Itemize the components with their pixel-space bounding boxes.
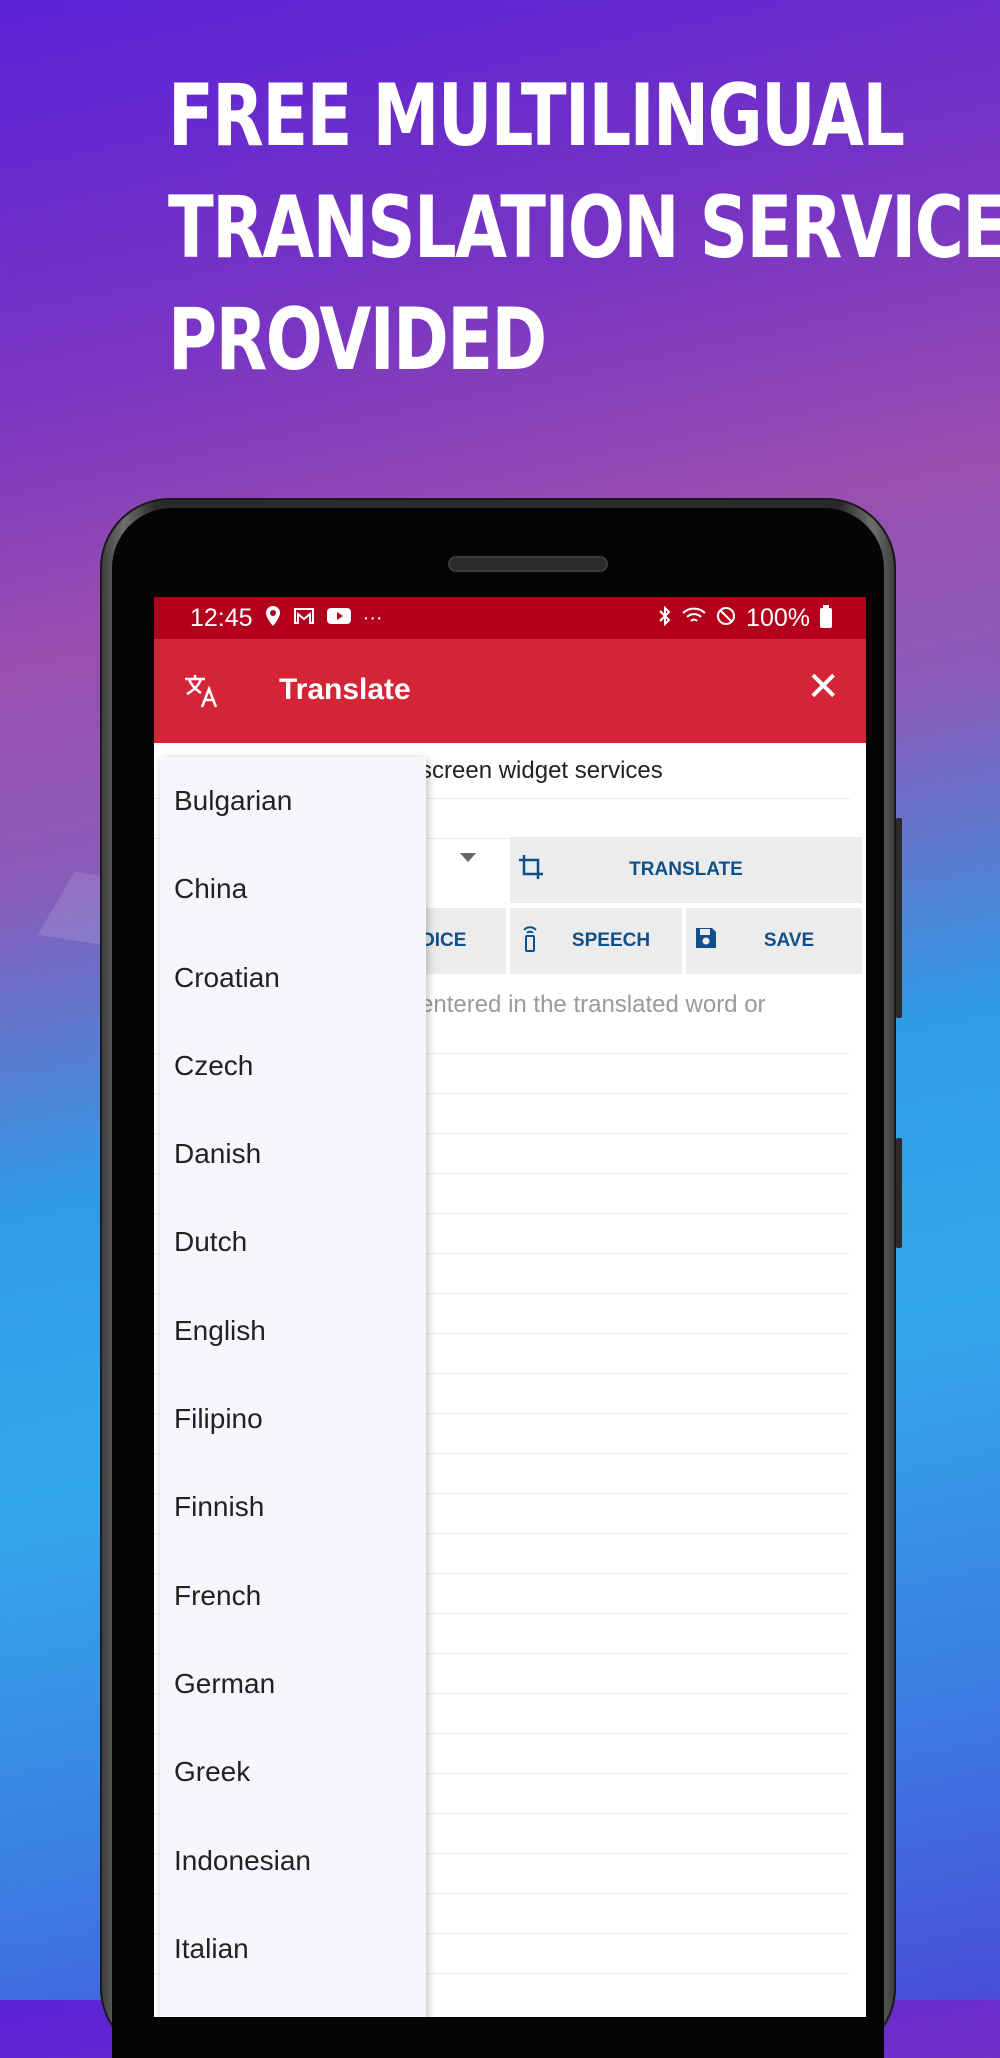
gmail-icon — [293, 607, 315, 629]
language-dropdown[interactable]: Bulgarian China Croatian Czech Danish Du… — [160, 757, 426, 2017]
language-option[interactable]: Bulgarian — [160, 757, 426, 845]
speech-button[interactable]: SPEECH — [510, 908, 682, 974]
close-icon[interactable]: ✕ — [806, 667, 840, 707]
save-button-label: SAVE — [763, 930, 815, 951]
location-icon — [265, 606, 281, 630]
headline-line-3: PROVIDED — [168, 290, 547, 390]
speech-icon — [520, 924, 540, 958]
save-icon — [694, 926, 718, 956]
language-option[interactable]: Indonesian — [160, 1817, 426, 1905]
output-placeholder[interactable]: entered in the translated word or — [420, 991, 766, 1019]
volume-button — [896, 818, 902, 1018]
promo-headline: FREE MULTILINGUAL TRANSLATION SERVICE PR… — [168, 60, 1000, 396]
app-bar: Translate ✕ — [154, 639, 866, 743]
phone-frame: 12:45 ··· 100% Translate ✕ screen widget… — [100, 498, 902, 2058]
language-option[interactable]: Greek — [160, 1728, 426, 1816]
language-select-caret-icon[interactable] — [460, 853, 476, 862]
language-option[interactable]: Finnish — [160, 1463, 426, 1551]
do-not-disturb-icon — [716, 606, 736, 630]
language-option[interactable]: China — [160, 845, 426, 933]
translate-button[interactable]: TRANSLATE — [510, 837, 862, 903]
crop-icon — [518, 854, 544, 886]
translate-button-label: TRANSLATE — [629, 859, 743, 880]
language-option[interactable]: French — [160, 1552, 426, 1640]
language-option[interactable]: Croatian — [160, 934, 426, 1022]
status-bar: 12:45 ··· 100% — [154, 597, 866, 639]
translate-panel: screen widget services TRANSLATE OICE SP… — [154, 743, 866, 2017]
language-option[interactable]: English — [160, 1287, 426, 1375]
youtube-icon — [326, 607, 351, 629]
language-option[interactable]: Czech — [160, 1022, 426, 1110]
language-option[interactable]: Filipino — [160, 1375, 426, 1463]
battery-percent: 100% — [746, 603, 810, 632]
battery-icon — [820, 605, 832, 628]
phone-screen: 12:45 ··· 100% Translate ✕ screen widget… — [154, 597, 866, 2017]
bluetooth-icon — [658, 605, 672, 630]
phone-bezel: 12:45 ··· 100% Translate ✕ screen widget… — [112, 508, 884, 2058]
power-button — [896, 1138, 902, 1248]
headline-line-1: FREE MULTILINGUAL — [168, 66, 905, 166]
wifi-icon — [682, 607, 706, 629]
speech-button-label: SPEECH — [571, 930, 651, 951]
language-option[interactable]: German — [160, 1640, 426, 1728]
translate-icon — [182, 671, 222, 711]
language-option[interactable]: Dutch — [160, 1198, 426, 1286]
voice-button[interactable]: OICE — [420, 908, 506, 974]
status-time: 12:45 — [190, 603, 253, 632]
earpiece-speaker — [448, 556, 608, 572]
source-text[interactable]: screen widget services — [420, 757, 663, 785]
language-option[interactable]: Danish — [160, 1110, 426, 1198]
headline-line-2: TRANSLATION SERVICE — [168, 178, 1000, 278]
more-dots-icon: ··· — [362, 607, 383, 629]
language-option[interactable]: Italian — [160, 1905, 426, 1993]
save-button[interactable]: SAVE — [686, 908, 862, 974]
voice-button-label: OICE — [420, 930, 467, 951]
app-title: Translate — [279, 673, 411, 706]
